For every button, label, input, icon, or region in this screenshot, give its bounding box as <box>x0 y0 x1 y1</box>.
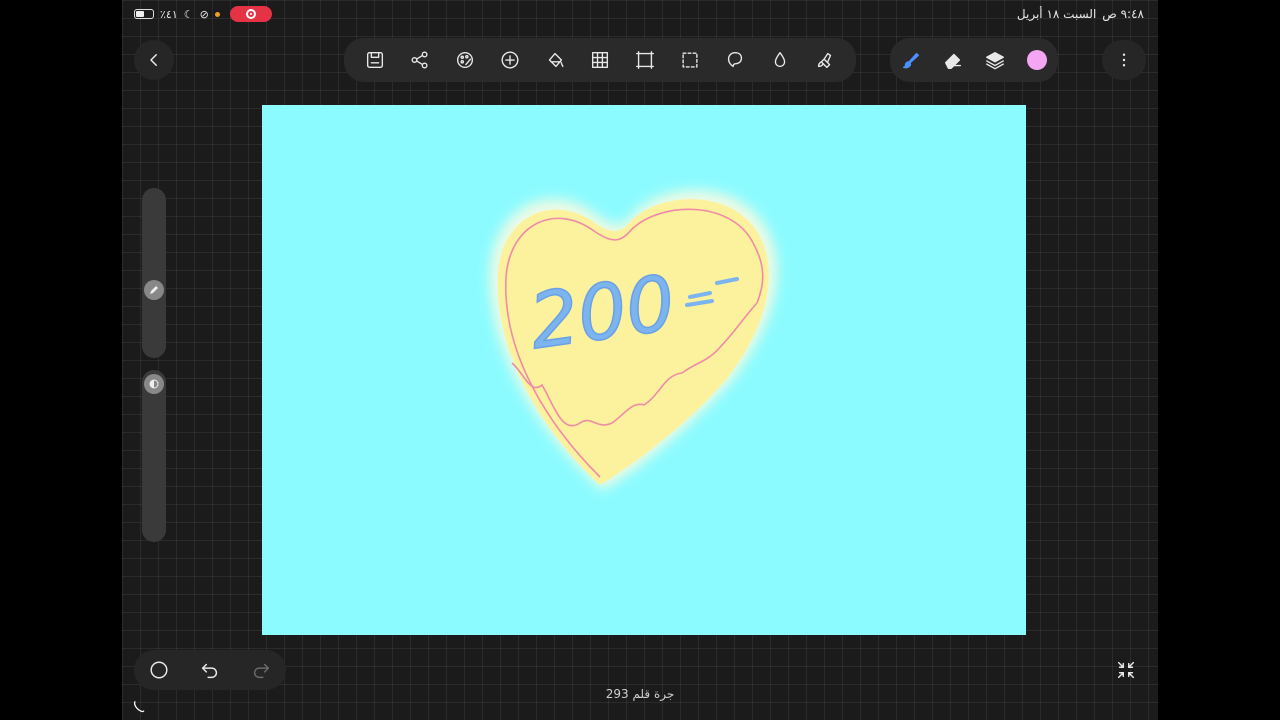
status-time: ٩:٤٨ ص <box>1102 7 1144 21</box>
history-toolbar <box>134 650 286 690</box>
crop-button[interactable] <box>631 46 659 74</box>
record-icon <box>245 9 256 19</box>
brush-size-slider[interactable] <box>142 188 166 358</box>
color-swatch <box>1027 50 1047 70</box>
link-icon: ⊘ <box>199 7 209 21</box>
heart-drawing: 200 <box>489 190 778 490</box>
drawing-canvas[interactable]: 200 <box>262 105 1026 635</box>
eraser-icon <box>944 53 962 69</box>
brush-size-handle[interactable] <box>144 280 164 300</box>
add-button[interactable] <box>496 46 524 74</box>
chevron-left-icon <box>150 54 157 66</box>
lasso-icon <box>728 51 743 68</box>
selection-button[interactable] <box>676 46 704 74</box>
share-button[interactable] <box>406 46 434 74</box>
color-button[interactable] <box>1023 46 1051 74</box>
brush-button[interactable] <box>897 46 925 74</box>
undo-button[interactable] <box>199 659 221 681</box>
status-bar-left: ٪٤١ ☾ ⊘ <box>134 5 272 23</box>
drop-icon <box>774 51 786 68</box>
quickshape-button[interactable] <box>148 659 170 681</box>
opacity-handle[interactable] <box>144 374 164 394</box>
grid-button[interactable] <box>586 46 614 74</box>
collapse-button[interactable] <box>1112 656 1140 684</box>
more-menu-button[interactable] <box>1102 40 1146 80</box>
collapse-icon <box>1117 661 1135 679</box>
phone-icon <box>133 701 145 713</box>
battery-icon <box>134 9 154 19</box>
opacity-icon <box>149 379 159 389</box>
smudge-button[interactable] <box>811 46 839 74</box>
blur-button[interactable] <box>766 46 794 74</box>
save-button[interactable] <box>361 46 389 74</box>
layers-icon <box>986 51 1004 70</box>
layers-button[interactable] <box>981 46 1009 74</box>
opacity-slider[interactable] <box>142 370 166 542</box>
fill-button[interactable] <box>541 46 569 74</box>
back-button[interactable] <box>134 40 174 80</box>
stroke-count: 293 جرة قلم <box>605 687 675 701</box>
brush-icon <box>902 52 920 69</box>
save-icon <box>366 51 383 69</box>
fill-icon <box>548 52 564 68</box>
share-icon <box>411 51 428 69</box>
add-icon <box>501 51 519 69</box>
smudge-icon <box>818 52 832 69</box>
adjustments-icon <box>456 51 473 69</box>
brush-toolbar <box>890 38 1058 82</box>
screen-record-indicator[interactable] <box>229 6 272 22</box>
adjustments-button[interactable] <box>451 46 479 74</box>
redo-button[interactable] <box>250 659 272 681</box>
moon-icon: ☾ <box>183 7 194 21</box>
more-vertical-icon <box>1122 53 1126 67</box>
grid-icon <box>591 51 608 69</box>
lasso-button[interactable] <box>721 46 749 74</box>
selection-icon <box>682 52 698 68</box>
mic-indicator-icon <box>214 11 220 17</box>
tools-toolbar <box>344 38 856 82</box>
crop-icon <box>636 51 654 69</box>
eraser-button[interactable] <box>939 46 967 74</box>
status-date: السبت ١٨ أبريل <box>1016 7 1097 21</box>
app-screen: ٪٤١ ☾ ⊘ ٩:٤٨ ص السبت ١٨ أبريل 200 293 جر… <box>122 0 1158 720</box>
status-bar-right: ٩:٤٨ ص السبت ١٨ أبريل <box>1017 5 1144 23</box>
pencil-icon <box>150 286 158 294</box>
battery-percent: ٪٤١ <box>160 7 178 21</box>
